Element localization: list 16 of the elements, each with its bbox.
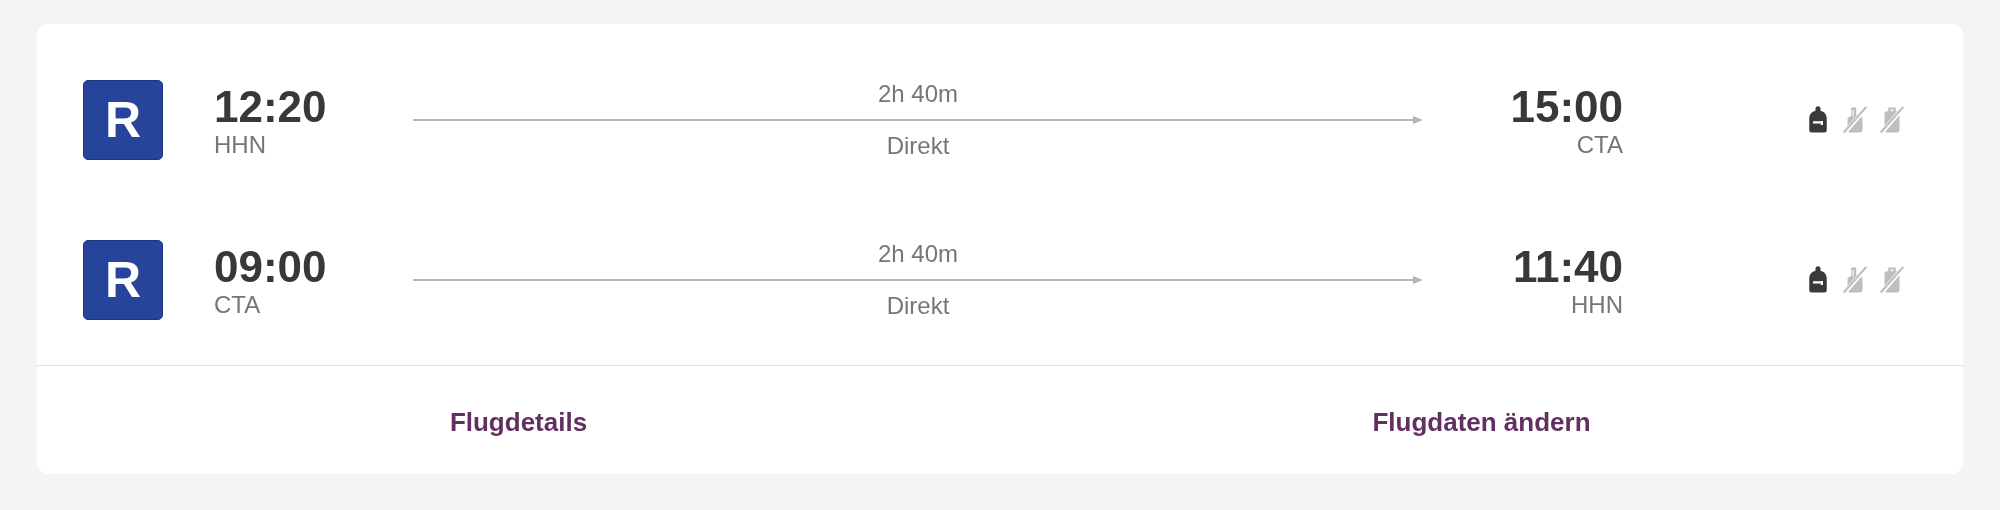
airline-logo: R [83, 80, 163, 160]
arrival-time: 15:00 [1510, 82, 1623, 132]
departure-airport: HHN [214, 132, 267, 158]
flight-duration: 2h 40m [877, 239, 959, 269]
stops-label: Direkt [886, 291, 950, 321]
arrival-time: 11:40 [1512, 242, 1623, 292]
flight-duration: 2h 40m [877, 79, 959, 109]
action-link[interactable]: Flugdaten ändern [1372, 407, 1591, 438]
arrival-airport: CTA [1576, 132, 1623, 158]
action-link[interactable]: Flugdetails [449, 407, 588, 438]
departure-time: 09:00 [214, 242, 328, 292]
arrival-airport: HHN [1571, 292, 1623, 318]
departure-time: 12:20 [214, 82, 328, 132]
airline-logo: R [83, 240, 163, 320]
departure-airport: CTA [214, 292, 262, 318]
stops-label: Direkt [886, 131, 950, 161]
